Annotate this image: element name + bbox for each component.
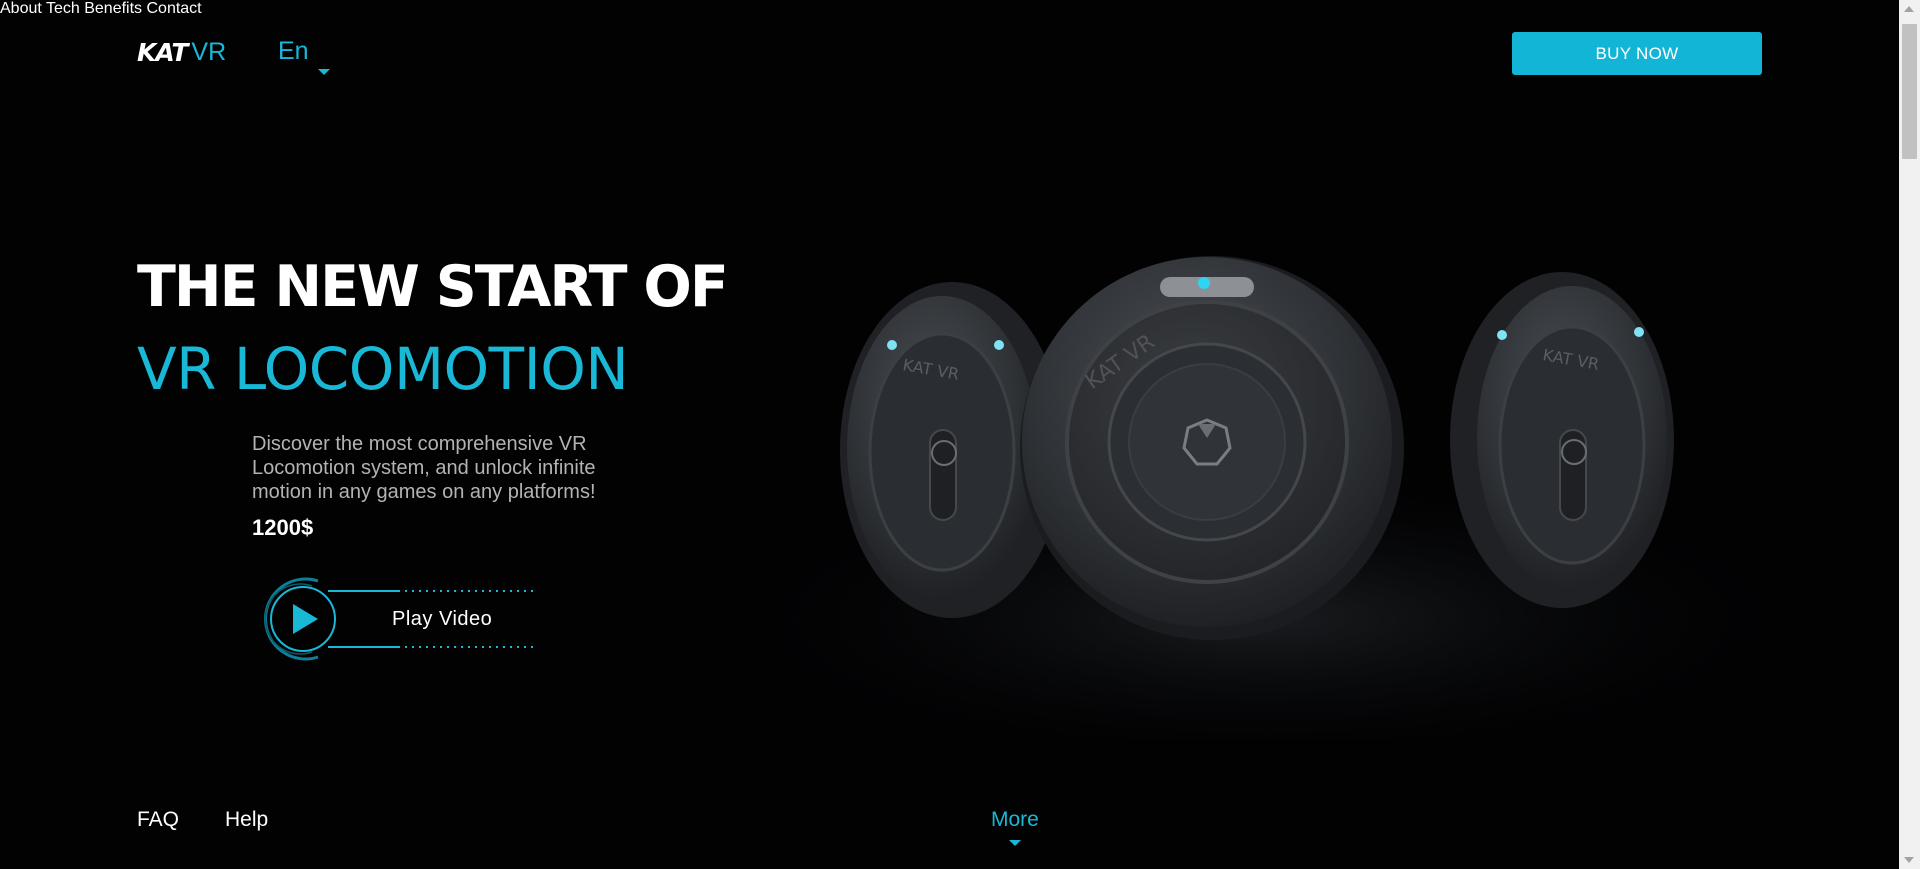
product-image: KAT VR KAT VR KAT VR	[762, 230, 1762, 740]
nav-tech[interactable]: Tech	[46, 0, 80, 17]
nav-contact[interactable]: Contact	[146, 0, 201, 17]
scroll-down-icon[interactable]	[1904, 857, 1914, 863]
nav-benefits[interactable]: Benefits	[84, 0, 142, 17]
hero-description: Discover the most comprehensive VR Locom…	[252, 433, 596, 503]
hero-title-line2: VR LOCOMOTION	[137, 335, 629, 403]
page: KAT VR En About Tech Benefits Contact BU…	[0, 0, 1899, 869]
sensor-right: KAT VR	[1450, 272, 1674, 608]
scrollbar-thumb[interactable]	[1902, 24, 1917, 159]
price-label: 1200$	[252, 515, 314, 540]
chevron-down-icon[interactable]	[1009, 840, 1021, 846]
scroll-up-icon[interactable]	[1904, 6, 1914, 12]
main-nav: About Tech Benefits Contact	[0, 0, 1899, 18]
play-video-label: Play Video	[392, 608, 493, 630]
logo-kat-text: KAT	[137, 37, 188, 67]
help-link[interactable]: Help	[225, 808, 268, 832]
kat-vr-logo[interactable]: KAT VR	[137, 37, 227, 67]
more-link[interactable]: More	[991, 808, 1039, 832]
chevron-down-icon[interactable]	[318, 69, 330, 75]
buy-now-button[interactable]: BUY NOW	[1512, 32, 1762, 75]
vertical-scrollbar[interactable]	[1899, 0, 1920, 869]
kat-loco-sensors-image: KAT VR KAT VR KAT VR	[762, 256, 1762, 740]
nav-about[interactable]: About	[0, 0, 42, 17]
hero-title-line1: THE NEW START OF	[137, 254, 729, 320]
play-icon	[293, 604, 318, 634]
language-selector[interactable]: En	[278, 37, 309, 66]
logo-vr-text: VR	[191, 37, 227, 66]
faq-link[interactable]: FAQ	[137, 808, 179, 832]
sensor-center: KAT VR	[1020, 256, 1404, 640]
